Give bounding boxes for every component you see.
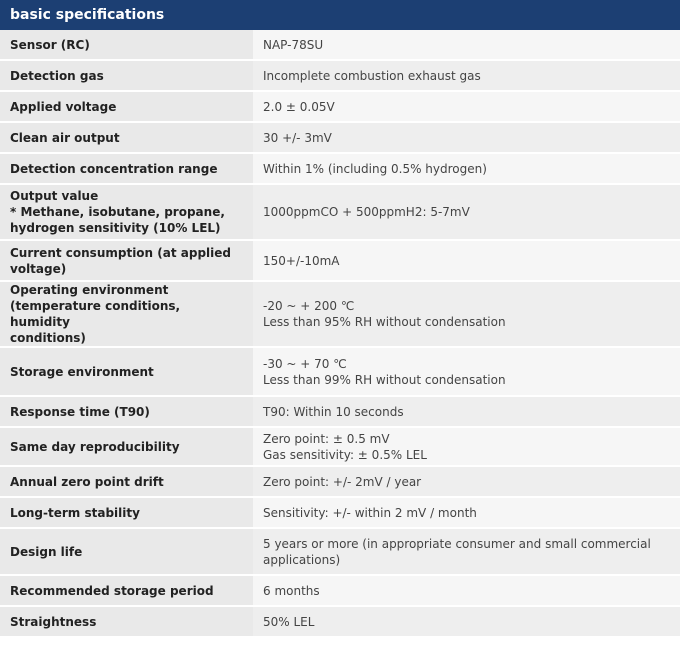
section-header: basic specifications — [0, 0, 680, 30]
spec-row: Detection concentration range Within 1% (… — [0, 154, 680, 185]
specifications-table: Sensor (RC) NAP-78SU Detection gas Incomple… — [0, 30, 680, 638]
spec-value-line: Within 1% (including 0.5% hydrogen) — [263, 161, 487, 176]
spec-value: NAP-78SU — [253, 30, 680, 61]
spec-value: -30 ~ + 70 ℃ Less than 99% RH without con… — [253, 348, 680, 397]
spec-value: 2.0 ± 0.05V — [253, 92, 680, 123]
spec-value: 6 months — [253, 576, 680, 607]
spec-label-line: hydrogen sensitivity (10% LEL) — [10, 221, 221, 235]
spec-label-line: Applied voltage — [10, 99, 117, 114]
spec-value-line: 1000ppmCO + 500ppmH2: 5-7mV — [263, 205, 470, 219]
spec-label-line: Straightness — [10, 614, 97, 629]
spec-label-line: Annual zero point drift — [10, 474, 164, 489]
spec-label-line: Clean air output — [10, 130, 120, 145]
spec-label-line: Operating environment — [10, 283, 169, 297]
spec-value-line: -30 ~ + 70 ℃ — [263, 356, 347, 371]
spec-value: Within 1% (including 0.5% hydrogen) — [253, 154, 680, 185]
spec-value-line: 50% LEL — [263, 614, 315, 629]
spec-label-line: Current consumption (at applied — [10, 245, 232, 260]
spec-row: Storage environment -30 ~ + 70 ℃ Less than… — [0, 348, 680, 397]
spec-row: Annual zero point drift Zero point: +/- 2… — [0, 467, 680, 498]
spec-value-line: Gas sensitivity: ± 0.5% LEL — [263, 447, 427, 462]
spec-label: Applied voltage — [0, 92, 253, 123]
spec-label: Response time (T90) — [0, 397, 253, 428]
spec-value-line: T90: Within 10 seconds — [263, 404, 404, 419]
spec-label-line: Same day reproducibility — [10, 439, 180, 454]
spec-value-line: NAP-78SU — [263, 37, 324, 52]
section-title: basic specifications — [10, 7, 165, 23]
spec-value: T90: Within 10 seconds — [253, 397, 680, 428]
spec-row: Applied voltage 2.0 ± 0.05V — [0, 92, 680, 123]
spec-label-line: Long-term stability — [10, 505, 140, 520]
spec-value: 50% LEL — [253, 607, 680, 638]
spec-label-line: Storage environment — [10, 364, 154, 379]
spec-value-line: 150+/-10mA — [263, 253, 340, 268]
spec-value-line: -20 ~ + 200 ℃ — [263, 299, 355, 313]
spec-label: Design life — [0, 529, 253, 576]
spec-value: 30 +/- 3mV — [253, 123, 680, 154]
spec-label: Straightness — [0, 607, 253, 638]
spec-value: -20 ~ + 200 ℃ Less than 95% RH without co… — [253, 282, 680, 348]
spec-value-line: Incomplete combustion exhaust gas — [263, 68, 481, 83]
spec-label-line: Recommended storage period — [10, 583, 214, 598]
spec-value: 150+/-10mA — [253, 241, 680, 282]
spec-row: Straightness 50% LEL — [0, 607, 680, 638]
spec-label: Current consumption (at applied voltage) — [0, 241, 253, 282]
spec-row: Clean air output 30 +/- 3mV — [0, 123, 680, 154]
spec-row: Current consumption (at applied voltage) 1… — [0, 241, 680, 282]
spec-value-line: 30 +/- 3mV — [263, 130, 332, 145]
spec-value-line: Sensitivity: +/- within 2 mV / month — [263, 505, 477, 520]
spec-value-line: 6 months — [263, 583, 320, 598]
spec-row: Output value * Methane, isobutane, propan… — [0, 185, 680, 241]
spec-row: Long-term stability Sensitivity: +/- with… — [0, 498, 680, 529]
spec-value: Sensitivity: +/- within 2 mV / month — [253, 498, 680, 529]
spec-label: Long-term stability — [0, 498, 253, 529]
spec-row: Design life 5 years or more (in appropria… — [0, 529, 680, 576]
spec-value-line: Less than 95% RH without condensation — [263, 315, 506, 329]
spec-label: Detection concentration range — [0, 154, 253, 185]
spec-row: Detection gas Incomplete combustion exhau… — [0, 61, 680, 92]
spec-value-line: 5 years or more (in appropriate consumer… — [263, 536, 651, 551]
spec-label-line: (temperature conditions, humidity — [10, 299, 181, 329]
spec-value: Zero point: +/- 2mV / year — [253, 467, 680, 498]
spec-value-line: Zero point: +/- 2mV / year — [263, 474, 422, 489]
spec-label-line: Detection gas — [10, 68, 104, 83]
spec-label: Annual zero point drift — [0, 467, 253, 498]
spec-value: Incomplete combustion exhaust gas — [253, 61, 680, 92]
spec-label: Sensor (RC) — [0, 30, 253, 61]
spec-label: Output value * Methane, isobutane, propan… — [0, 185, 253, 241]
spec-value-line: Zero point: ± 0.5 mV — [263, 431, 390, 446]
spec-label-line: voltage) — [10, 261, 67, 276]
spec-row: Sensor (RC) NAP-78SU — [0, 30, 680, 61]
specifications-table-body: Sensor (RC) NAP-78SU Detection gas Incomple… — [0, 30, 680, 638]
spec-label-line: Response time (T90) — [10, 404, 150, 419]
spec-label: Recommended storage period — [0, 576, 253, 607]
spec-row: Recommended storage period 6 months — [0, 576, 680, 607]
spec-value-line: applications) — [263, 552, 341, 567]
spec-label: Operating environment (temperature condit… — [0, 282, 253, 348]
spec-row: Operating environment (temperature condit… — [0, 282, 680, 348]
spec-value-line: 2.0 ± 0.05V — [263, 99, 335, 114]
spec-value: 5 years or more (in appropriate consumer… — [253, 529, 680, 576]
spec-label: Same day reproducibility — [0, 428, 253, 467]
spec-label-line: Detection concentration range — [10, 161, 218, 176]
spec-label: Storage environment — [0, 348, 253, 397]
spec-row: Response time (T90) T90: Within 10 second… — [0, 397, 680, 428]
spec-label-line: Design life — [10, 544, 83, 559]
spec-value: Zero point: ± 0.5 mV Gas sensitivity: ± 0… — [253, 428, 680, 467]
spec-label-line: Output value — [10, 189, 99, 203]
spec-label-line: conditions) — [10, 331, 86, 345]
spec-label: Clean air output — [0, 123, 253, 154]
spec-row: Same day reproducibility Zero point: ± 0.… — [0, 428, 680, 467]
spec-label-line: * Methane, isobutane, propane, — [10, 205, 225, 219]
spec-label: Detection gas — [0, 61, 253, 92]
spec-value: 1000ppmCO + 500ppmH2: 5-7mV — [253, 185, 680, 241]
spec-label-line: Sensor (RC) — [10, 37, 90, 52]
spec-value-line: Less than 99% RH without condensation — [263, 372, 506, 387]
